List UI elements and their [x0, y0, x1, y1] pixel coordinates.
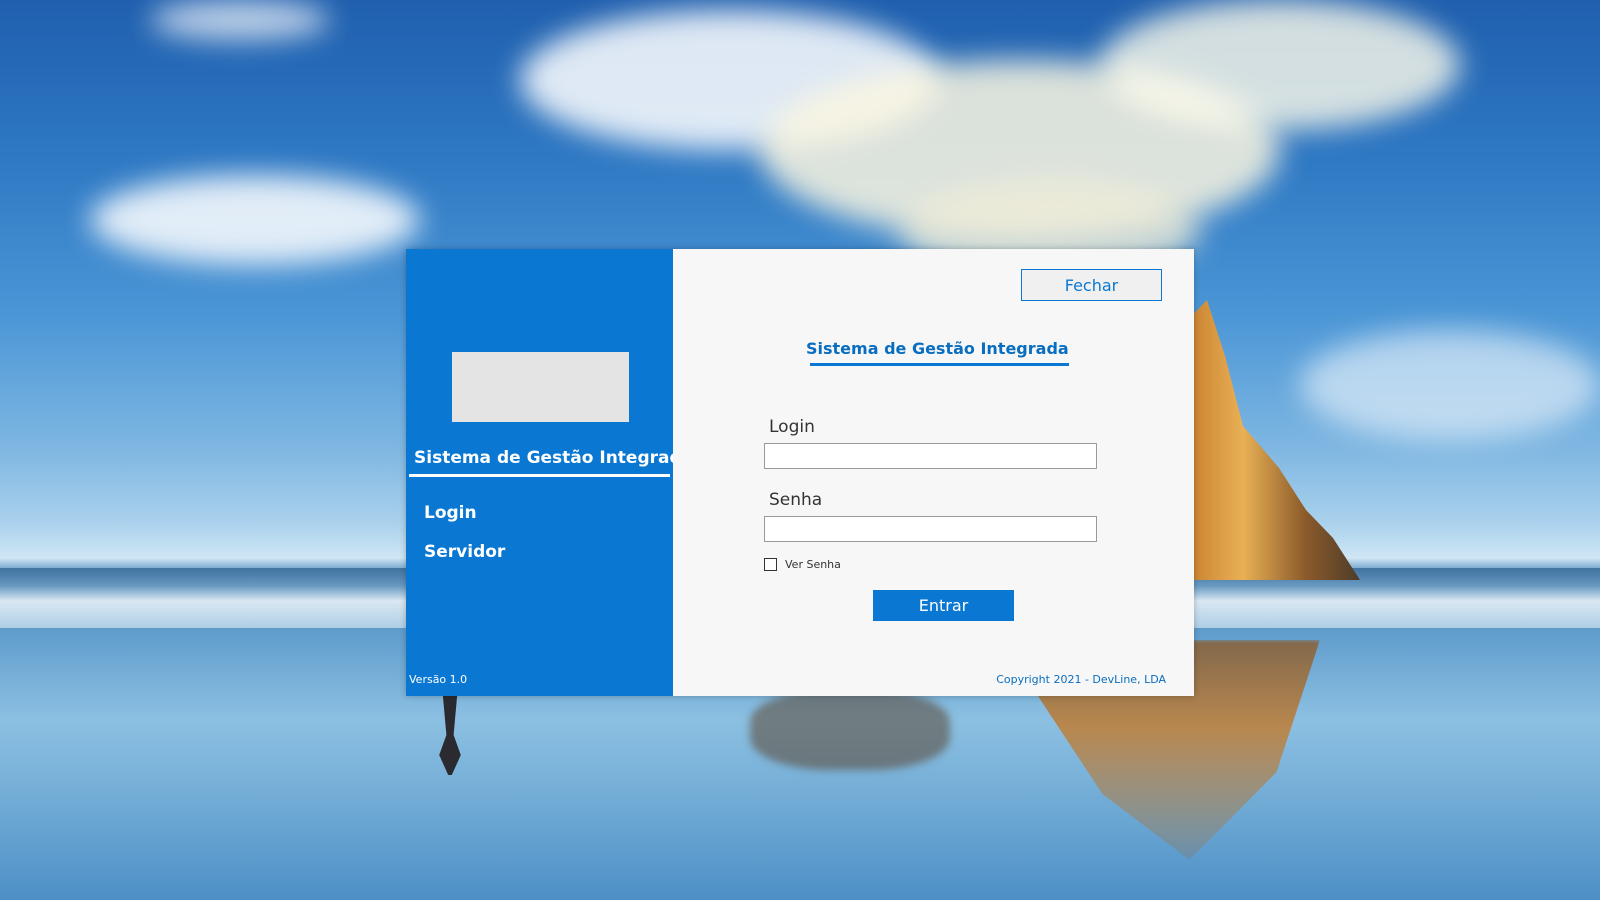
sidebar-title: Sistema de Gestão Integrada	[414, 448, 694, 468]
rock-formation	[1180, 300, 1360, 580]
password-label: Senha	[769, 490, 823, 510]
login-dialog: Sistema de Gestão Integrada Login Servid…	[406, 249, 1194, 696]
desktop-background: Sistema de Gestão Integrada Login Servid…	[0, 0, 1600, 900]
show-password-label: Ver Senha	[785, 558, 841, 571]
copyright-text: Copyright 2021 - DevLine, LDA	[996, 673, 1166, 686]
cloud	[1100, 0, 1460, 130]
cloud	[90, 175, 420, 265]
cloud	[150, 0, 330, 40]
sidebar-title-underline	[409, 474, 670, 477]
cloud	[1300, 330, 1600, 440]
version-label: Versão 1.0	[409, 673, 468, 686]
page-title: Sistema de Gestão Integrada	[806, 339, 1069, 358]
logo-placeholder	[452, 352, 629, 422]
password-input[interactable]	[764, 516, 1097, 542]
rock-reflection	[750, 690, 950, 770]
show-password-toggle[interactable]: Ver Senha	[764, 558, 841, 571]
page-title-underline	[810, 363, 1069, 366]
login-panel: Fechar Sistema de Gestão Integrada Login…	[673, 249, 1194, 696]
submit-button[interactable]: Entrar	[873, 590, 1014, 621]
sidebar: Sistema de Gestão Integrada Login Servid…	[406, 249, 694, 696]
show-password-checkbox[interactable]	[764, 558, 777, 571]
login-label: Login	[769, 417, 815, 437]
person-reflection	[439, 695, 461, 775]
login-input[interactable]	[764, 443, 1097, 469]
sidebar-item-login[interactable]: Login	[424, 503, 477, 523]
close-button[interactable]: Fechar	[1021, 269, 1162, 301]
sidebar-item-servidor[interactable]: Servidor	[424, 542, 505, 562]
